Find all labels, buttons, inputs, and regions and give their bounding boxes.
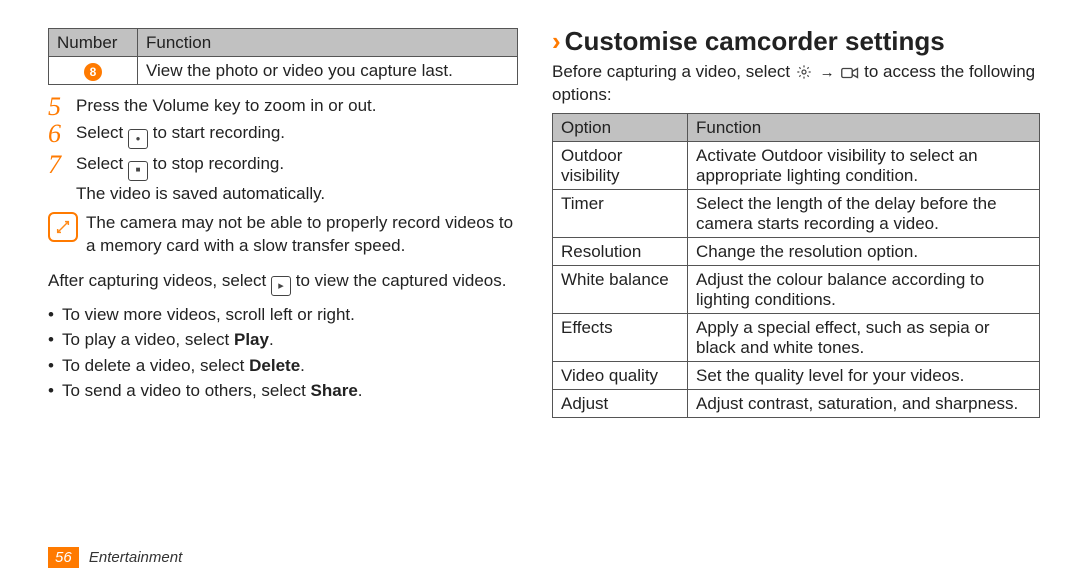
share-label: Share bbox=[311, 381, 358, 400]
cell-function: Adjust contrast, saturation, and sharpne… bbox=[688, 389, 1040, 417]
record-button-icon bbox=[128, 129, 148, 149]
step-7: 7 Select to stop recording. The video is… bbox=[48, 153, 518, 205]
cell-function: Adjust the colour balance according to l… bbox=[688, 265, 1040, 313]
cell-function: Activate Outdoor visibility to select an… bbox=[688, 141, 1040, 189]
text: . bbox=[358, 381, 363, 400]
cell-function: Select the length of the delay before th… bbox=[688, 189, 1040, 237]
badge-8-icon: 8 bbox=[84, 63, 102, 81]
text: To send a video to others, select bbox=[62, 381, 311, 400]
cell-function: Change the resolution option. bbox=[688, 237, 1040, 265]
step-text-a: Select bbox=[76, 154, 123, 173]
table-row: 8 View the photo or video you capture la… bbox=[49, 57, 518, 85]
cell-option: Effects bbox=[553, 313, 688, 361]
cell-function: Set the quality level for your videos. bbox=[688, 361, 1040, 389]
intro-a: Before capturing a video, select bbox=[552, 62, 790, 81]
cell-option: Video quality bbox=[553, 361, 688, 389]
list-item: To send a video to others, select Share. bbox=[48, 378, 518, 404]
list-item: To play a video, select Play. bbox=[48, 327, 518, 353]
intro-text: Before capturing a video, select → to ac… bbox=[552, 61, 1040, 107]
note-icon bbox=[48, 212, 78, 242]
step-subtext: The video is saved automatically. bbox=[76, 183, 518, 206]
page-number: 56 bbox=[48, 547, 79, 568]
step-text: Press the Volume key to zoom in or out. bbox=[76, 96, 376, 115]
th-option: Option bbox=[553, 113, 688, 141]
table-row: Outdoor visibilityActivate Outdoor visib… bbox=[553, 141, 1040, 189]
steps-list: 5 Press the Volume key to zoom in or out… bbox=[48, 95, 518, 206]
note-text: The camera may not be able to properly r… bbox=[86, 212, 518, 258]
note-block: The camera may not be able to properly r… bbox=[48, 212, 518, 258]
th-function: Function bbox=[688, 113, 1040, 141]
after-text-a: After capturing videos, select bbox=[48, 271, 266, 290]
right-column: ›Customise camcorder settings Before cap… bbox=[552, 26, 1040, 586]
after-capture-text: After capturing videos, select to view t… bbox=[48, 270, 518, 296]
list-item: To delete a video, select Delete. bbox=[48, 353, 518, 379]
arrow-right-icon: → bbox=[818, 64, 837, 81]
step-number: 6 bbox=[48, 116, 61, 151]
options-table: Option Function Outdoor visibilityActiva… bbox=[552, 113, 1040, 418]
delete-label: Delete bbox=[249, 356, 300, 375]
table-row: AdjustAdjust contrast, saturation, and s… bbox=[553, 389, 1040, 417]
page-footer: 56 Entertainment bbox=[48, 547, 182, 568]
after-text-b: to view the captured videos. bbox=[296, 271, 507, 290]
step-text-a: Select bbox=[76, 123, 123, 142]
table-row: EffectsApply a special effect, such as s… bbox=[553, 313, 1040, 361]
cell-function: Apply a special effect, such as sepia or… bbox=[688, 313, 1040, 361]
play-label: Play bbox=[234, 330, 269, 349]
list-item: To view more videos, scroll left or righ… bbox=[48, 302, 518, 328]
text: . bbox=[300, 356, 305, 375]
step-text-b: to stop recording. bbox=[153, 154, 284, 173]
th-number: Number bbox=[49, 29, 138, 57]
tips-list: To view more videos, scroll left or righ… bbox=[48, 302, 518, 404]
cell-option: Resolution bbox=[553, 237, 688, 265]
table-row: Video qualitySet the quality level for y… bbox=[553, 361, 1040, 389]
table-row: White balanceAdjust the colour balance a… bbox=[553, 265, 1040, 313]
play-button-icon bbox=[271, 276, 291, 296]
section-heading: ›Customise camcorder settings bbox=[552, 26, 1040, 57]
gear-icon bbox=[795, 63, 813, 81]
step-number: 7 bbox=[48, 147, 61, 182]
cell-function: View the photo or video you capture last… bbox=[138, 57, 518, 85]
stop-button-icon bbox=[128, 161, 148, 181]
cell-option: White balance bbox=[553, 265, 688, 313]
step-6: 6 Select to start recording. bbox=[48, 122, 518, 149]
footer-section: Entertainment bbox=[89, 549, 182, 566]
chevron-right-icon: › bbox=[552, 26, 565, 56]
step-5: 5 Press the Volume key to zoom in or out… bbox=[48, 95, 518, 118]
camcorder-icon bbox=[841, 64, 859, 82]
cell-option: Timer bbox=[553, 189, 688, 237]
text: To play a video, select bbox=[62, 330, 234, 349]
cell-option: Outdoor visibility bbox=[553, 141, 688, 189]
step-text-b: to start recording. bbox=[153, 123, 285, 142]
left-column: Number Function 8 View the photo or vide… bbox=[48, 26, 518, 586]
cell-option: Adjust bbox=[553, 389, 688, 417]
heading-text: Customise camcorder settings bbox=[565, 26, 945, 56]
table-row: ResolutionChange the resolution option. bbox=[553, 237, 1040, 265]
table-row: TimerSelect the length of the delay befo… bbox=[553, 189, 1040, 237]
text: . bbox=[269, 330, 274, 349]
icon-function-table: Number Function 8 View the photo or vide… bbox=[48, 28, 518, 85]
text: To delete a video, select bbox=[62, 356, 249, 375]
th-function: Function bbox=[138, 29, 518, 57]
